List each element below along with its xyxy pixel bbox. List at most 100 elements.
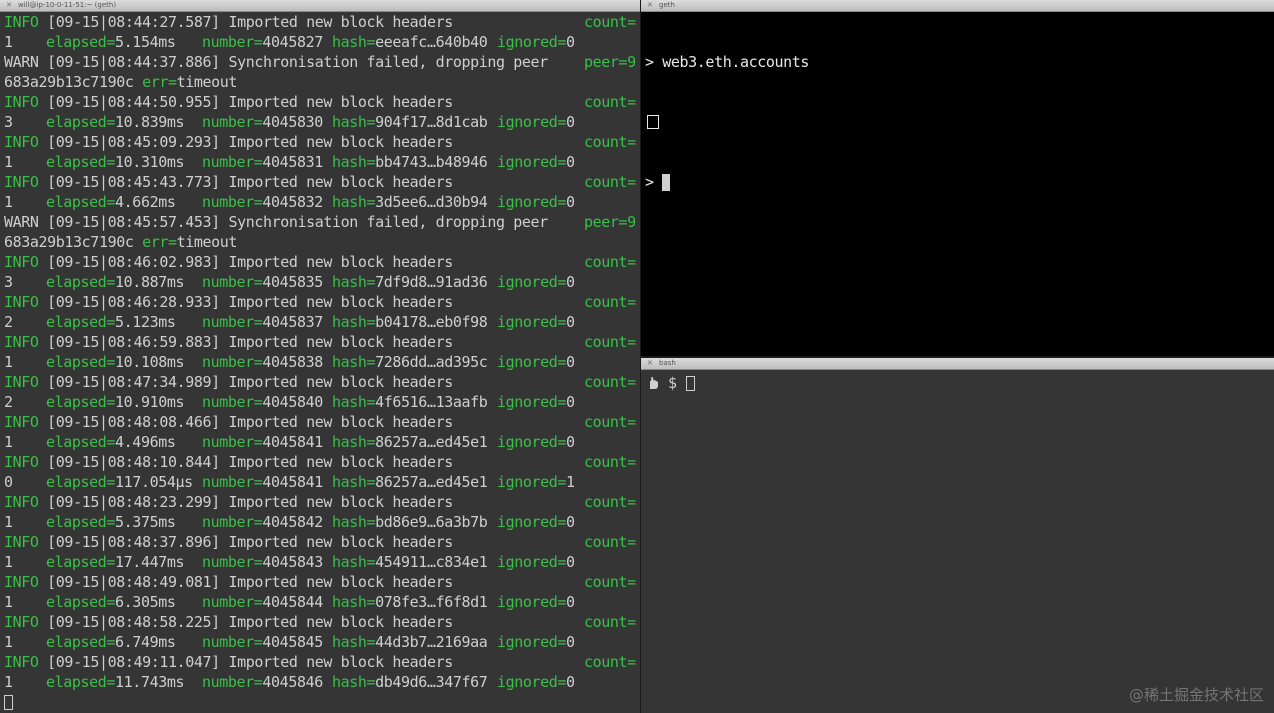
log-entry-line: INFO [09-15|08:46:28.933] Imported new b… [0, 292, 640, 312]
close-icon[interactable]: ✕ [647, 0, 653, 11]
log-level: INFO [4, 373, 39, 391]
log-entry-line: INFO [09-15|08:48:37.896] Imported new b… [0, 532, 640, 552]
hash-field: hash=7286dd…ad395c [332, 352, 497, 372]
log-overflow-key: count= [584, 333, 636, 351]
hash-key: hash= [332, 513, 376, 531]
log-timestamp: [09-15|08:48:58.225] [47, 613, 220, 631]
log-message: Imported new block headers [228, 173, 453, 191]
hash-field: hash=7df9d8…91ad36 [332, 272, 497, 292]
log-message: Imported new block headers [228, 373, 453, 391]
err-value: timeout [176, 73, 238, 91]
geth-console-pane[interactable]: ✕ geth > web3.eth.accounts > [641, 0, 1274, 356]
log-entry-continuation: 1 elapsed=11.743ms number=4045846 hash=db49… [0, 672, 640, 692]
text-cursor [662, 174, 671, 191]
ignored-key: ignored= [497, 33, 567, 51]
log-level: WARN [4, 213, 39, 231]
elapsed-value: 4.496ms [115, 433, 176, 451]
console-command-line: > web3.eth.accounts [641, 52, 1274, 72]
hash-field: hash=3d5ee6…d30b94 [332, 192, 497, 212]
ignored-key: ignored= [497, 313, 567, 331]
log-overflow-key: count= [584, 493, 636, 511]
log-timestamp: [09-15|08:44:37.886] [47, 53, 220, 71]
log-timestamp: [09-15|08:48:10.844] [47, 453, 220, 471]
ignored-value: 0 [566, 273, 575, 291]
ignored-value: 0 [566, 353, 575, 371]
elapsed-value: 6.305ms [115, 593, 176, 611]
hash-key: hash= [332, 633, 376, 651]
number-field: number=4045843 [202, 552, 332, 572]
number-field: number=4045832 [202, 192, 332, 212]
console-input-line[interactable]: > [641, 172, 1274, 192]
hash-value: 86257a…ed45e1 [375, 473, 488, 491]
empty-result-glyph [647, 115, 659, 129]
bash-input-line[interactable]: $ [647, 374, 696, 392]
log-level: INFO [4, 173, 39, 191]
log-overflow-key: count= [584, 13, 636, 31]
elapsed-field: elapsed=4.496ms [46, 432, 202, 452]
count-value: 1 [4, 673, 13, 691]
log-message: Imported new block headers [228, 93, 453, 111]
log-entry-line: WARN [09-15|08:44:37.886] Synchronisatio… [0, 52, 640, 72]
log-overflow-key: count= [584, 93, 636, 111]
console-prompt: > [645, 53, 654, 71]
number-key: number= [202, 553, 263, 571]
ignored-value: 0 [566, 513, 575, 531]
number-key: number= [202, 313, 263, 331]
number-field: number=4045838 [202, 352, 332, 372]
close-icon[interactable]: ✕ [6, 0, 12, 11]
log-timestamp: [09-15|08:46:59.883] [47, 333, 220, 351]
count-value: 2 [4, 313, 13, 331]
elapsed-field: elapsed=117.054µs [46, 472, 202, 492]
elapsed-key: elapsed= [46, 113, 116, 131]
hash-field: hash=078fe3…f6f8d1 [332, 592, 497, 612]
hash-key: hash= [332, 153, 376, 171]
log-timestamp: [09-15|08:44:50.955] [47, 93, 220, 111]
bash-pane-title: bash [659, 359, 676, 367]
log-overflow-key: count= [584, 293, 636, 311]
close-icon[interactable]: ✕ [647, 358, 653, 369]
hash-key: hash= [332, 673, 376, 691]
bash-pane[interactable]: ✕ bash $ [641, 358, 1274, 713]
elapsed-value: 17.447ms [115, 553, 185, 571]
log-message: Imported new block headers [228, 413, 453, 431]
number-value: 4045840 [262, 393, 323, 411]
elapsed-value: 10.887ms [115, 273, 185, 291]
elapsed-field: elapsed=6.305ms [46, 592, 202, 612]
count-value: 2 [4, 393, 13, 411]
ignored-value: 0 [566, 313, 575, 331]
hash-key: hash= [332, 193, 376, 211]
count-value: 1 [4, 553, 13, 571]
ignored-value: 0 [566, 193, 575, 211]
hash-value: b04178…eb0f98 [375, 313, 488, 331]
hash-value: bd86e9…6a3b7b [375, 513, 488, 531]
log-message: Imported new block headers [228, 133, 453, 151]
elapsed-key: elapsed= [46, 593, 116, 611]
number-key: number= [202, 473, 263, 491]
log-message: Imported new block headers [228, 453, 453, 471]
log-message: Imported new block headers [228, 293, 453, 311]
geth-log-pane[interactable]: ✕ will@ip-10-0-11-51:~ (geth) INFO [09-1… [0, 0, 641, 713]
elapsed-key: elapsed= [46, 313, 116, 331]
log-message: Imported new block headers [228, 493, 453, 511]
ignored-value: 0 [566, 633, 575, 651]
log-timestamp: [09-15|08:44:27.587] [47, 13, 220, 31]
count-value: 1 [4, 353, 13, 371]
ignored-key: ignored= [497, 513, 567, 531]
hash-key: hash= [332, 553, 376, 571]
bash-pane-titlebar: ✕ bash [641, 358, 1274, 370]
log-timestamp: [09-15|08:45:09.293] [47, 133, 220, 151]
log-overflow-key: count= [584, 653, 636, 671]
ignored-key: ignored= [497, 393, 567, 411]
peer-id-continuation: 683a29b13c7190c [4, 73, 134, 91]
count-value: 3 [4, 273, 13, 291]
elapsed-field: elapsed=5.375ms [46, 512, 202, 532]
log-level: INFO [4, 613, 39, 631]
elapsed-field: elapsed=5.154ms [46, 32, 202, 52]
number-field: number=4045835 [202, 272, 332, 292]
log-level: INFO [4, 653, 39, 671]
count-value: 3 [4, 113, 13, 131]
elapsed-key: elapsed= [46, 353, 116, 371]
console-prompt: > [645, 173, 654, 191]
log-entry-continuation: 1 elapsed=5.375ms number=4045842 hash=bd86e… [0, 512, 640, 532]
log-entry-line: INFO [09-15|08:48:10.844] Imported new b… [0, 452, 640, 472]
